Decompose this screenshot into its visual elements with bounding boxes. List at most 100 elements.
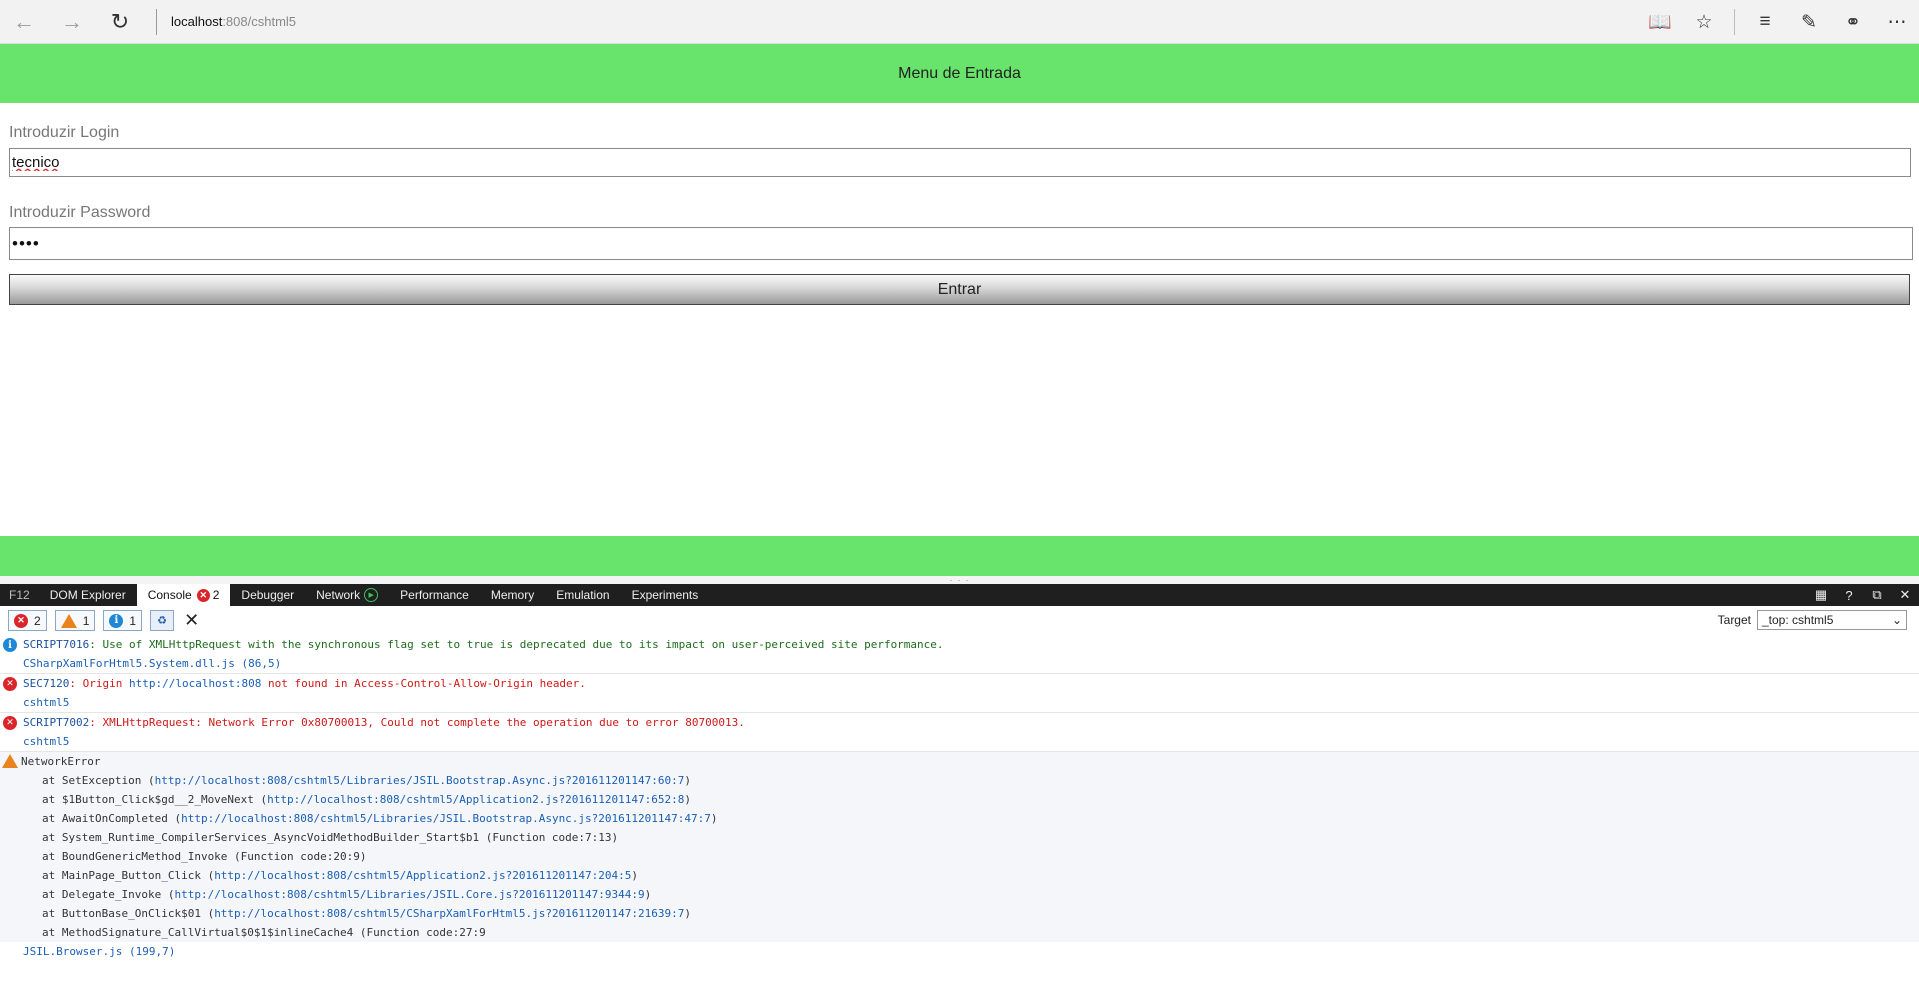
- message-text-pre: : Origin: [69, 677, 129, 690]
- more-icon[interactable]: ⋯: [1875, 0, 1919, 44]
- web-note-icon[interactable]: ✎: [1787, 0, 1831, 44]
- error-icon: ✕: [3, 677, 17, 691]
- tab-console[interactable]: Console ✕ 2: [136, 584, 231, 606]
- browser-toolbar: ← → ↻ localhost:808/cshtml5 📖 ☆ ≡ ✎ ⚭ ⋯: [0, 0, 1919, 44]
- console-message-error: ✕ SEC7120: Origin http://localhost:808 n…: [0, 674, 1919, 713]
- url-host: localhost: [171, 14, 223, 29]
- origin-link[interactable]: http://localhost:808: [129, 677, 261, 690]
- close-icon[interactable]: ✕: [1891, 584, 1919, 606]
- login-input[interactable]: [9, 148, 1911, 177]
- stack-frame: at SetException (http://localhost:808/cs…: [42, 774, 692, 787]
- info-filter-button[interactable]: i 1: [103, 610, 143, 631]
- address-bar[interactable]: localhost:808/cshtml5: [171, 14, 296, 29]
- tab-experiments[interactable]: Experiments: [621, 584, 710, 606]
- tab-network[interactable]: Network ▶: [305, 584, 389, 606]
- warnings-filter-button[interactable]: 1: [54, 610, 96, 631]
- chevron-down-icon: ⌄: [1891, 613, 1902, 627]
- error-icon: ✕: [3, 716, 17, 730]
- stack-frame: at MethodSignature_CallVirtual$0$1$inlin…: [42, 926, 486, 939]
- login-label: Introduzir Login: [9, 124, 120, 141]
- console-message-warning: NetworkError at SetException (http://loc…: [0, 752, 1919, 961]
- warning-icon: [2, 754, 18, 768]
- stack-frame-link[interactable]: http://localhost:808/cshtml5/CSharpXamlF…: [214, 907, 684, 920]
- url-path: :808/cshtml5: [222, 14, 297, 29]
- stack-trace: at SetException (http://localhost:808/cs…: [23, 771, 1919, 942]
- warning-icon: [60, 613, 77, 628]
- message-text-post: not found in Access-Control-Allow-Origin…: [261, 677, 586, 690]
- console-message-error: ✕ SCRIPT7002: XMLHttpRequest: Network Er…: [0, 713, 1919, 752]
- hub-icon[interactable]: ≡: [1743, 0, 1787, 44]
- footer-bar: [0, 536, 1919, 576]
- console-prompt-icon[interactable]: ▦: [1807, 584, 1835, 606]
- info-count: 1: [129, 613, 137, 628]
- devtools-window-controls: ▦ ? ⧉ ✕: [1807, 584, 1919, 606]
- stack-frame: at AwaitOnCompleted (http://localhost:80…: [42, 812, 718, 825]
- tab-emulation[interactable]: Emulation: [545, 584, 620, 606]
- reading-view-icon[interactable]: 📖: [1638, 0, 1682, 44]
- tab-network-label: Network: [316, 588, 361, 602]
- stack-frame: at BoundGenericMethod_Invoke (Function c…: [42, 850, 367, 863]
- forward-icon[interactable]: →: [48, 0, 96, 44]
- help-icon[interactable]: ?: [1835, 584, 1863, 606]
- message-source-link[interactable]: cshtml5: [23, 696, 69, 709]
- errors-count: 2: [34, 613, 41, 628]
- header-bar: Menu de Entrada: [0, 44, 1919, 103]
- message-text: : Use of XMLHttpRequest with the synchro…: [89, 638, 944, 651]
- console-toolbar: ✕ 2 1 i 1 ♻ ✕ Target _top: cshtml5 ⌄: [0, 606, 1919, 636]
- stack-frame-link[interactable]: http://localhost:808/cshtml5/Libraries/J…: [174, 888, 644, 901]
- stack-frame: at ButtonBase_OnClick$01 (http://localho…: [42, 907, 692, 920]
- console-message-info: i SCRIPT7016: Use of XMLHttpRequest with…: [0, 635, 1919, 674]
- errors-filter-button[interactable]: ✕ 2: [8, 610, 47, 631]
- back-icon[interactable]: ←: [0, 0, 48, 44]
- f12-label: F12: [9, 588, 30, 602]
- console-output: i SCRIPT7016: Use of XMLHttpRequest with…: [0, 635, 1919, 993]
- stack-frame-link[interactable]: http://localhost:808/cshtml5/Application…: [214, 869, 631, 882]
- error-icon: ✕: [14, 613, 28, 628]
- address-divider: [156, 8, 157, 35]
- stack-frame: at System_Runtime_CompilerServices_Async…: [42, 831, 619, 844]
- message-code: SCRIPT7002: [23, 716, 90, 729]
- stack-frame-link[interactable]: http://localhost:808/cshtml5/Libraries/J…: [155, 774, 685, 787]
- info-icon: i: [3, 638, 17, 652]
- tab-performance[interactable]: Performance: [389, 584, 480, 606]
- warnings-count: 1: [82, 613, 90, 628]
- stack-frame-link[interactable]: http://localhost:808/cshtml5/Application…: [267, 793, 684, 806]
- info-icon: i: [109, 613, 124, 628]
- tab-memory[interactable]: Memory: [480, 584, 545, 606]
- message-text: : XMLHttpRequest: Network Error 0x807000…: [89, 716, 745, 729]
- stack-frame: at Delegate_Invoke (http://localhost:808…: [42, 888, 652, 901]
- error-icon: ✕: [196, 588, 210, 602]
- target-selector: Target _top: cshtml5 ⌄: [1718, 610, 1907, 630]
- refresh-icon[interactable]: ↻: [96, 0, 144, 44]
- stack-frame: at MainPage_Button_Click (http://localho…: [42, 869, 639, 882]
- page-title: Menu de Entrada: [898, 64, 1021, 82]
- stack-frame: at $1Button_Click$gd__2_MoveNext (http:/…: [42, 793, 692, 806]
- tab-console-label: Console: [147, 588, 192, 602]
- devtools-tab-bar: F12 DOM Explorer Console ✕ 2 Debugger Ne…: [0, 584, 1919, 606]
- password-input[interactable]: [9, 227, 1913, 260]
- share-icon[interactable]: ⚭: [1831, 0, 1875, 44]
- message-code: SEC7120: [23, 677, 70, 690]
- target-value: _top: cshtml5: [1762, 613, 1834, 627]
- clear-on-navigate-icon[interactable]: ♻: [150, 610, 175, 631]
- tab-debugger[interactable]: Debugger: [230, 584, 305, 606]
- browser-actions: 📖 ☆ ≡ ✎ ⚭ ⋯: [1638, 0, 1919, 44]
- stack-frame-link[interactable]: http://localhost:808/cshtml5/Libraries/J…: [181, 812, 711, 825]
- console-error-count: 2: [212, 588, 220, 602]
- record-play-icon: ▶: [364, 588, 379, 602]
- target-dropdown[interactable]: _top: cshtml5 ⌄: [1757, 610, 1907, 630]
- target-label: Target: [1717, 613, 1751, 627]
- actions-divider: [1734, 9, 1735, 35]
- warning-title: NetworkError: [21, 755, 101, 768]
- favorite-star-icon[interactable]: ☆: [1682, 0, 1726, 44]
- clear-console-icon[interactable]: ✕: [184, 610, 199, 631]
- enter-button[interactable]: Entrar: [9, 274, 1910, 305]
- message-source-link[interactable]: JSIL.Browser.js (199,7): [23, 945, 175, 958]
- password-label: Introduzir Password: [9, 204, 151, 221]
- message-source-link[interactable]: CSharpXamlForHtml5.System.dll.js (86,5): [23, 657, 281, 670]
- message-code: SCRIPT7016: [23, 638, 90, 651]
- message-source-link[interactable]: cshtml5: [23, 735, 69, 748]
- devtools-resize-handle[interactable]: · · ·: [0, 575, 1919, 586]
- undock-icon[interactable]: ⧉: [1863, 584, 1891, 606]
- tab-dom-explorer[interactable]: DOM Explorer: [39, 584, 137, 606]
